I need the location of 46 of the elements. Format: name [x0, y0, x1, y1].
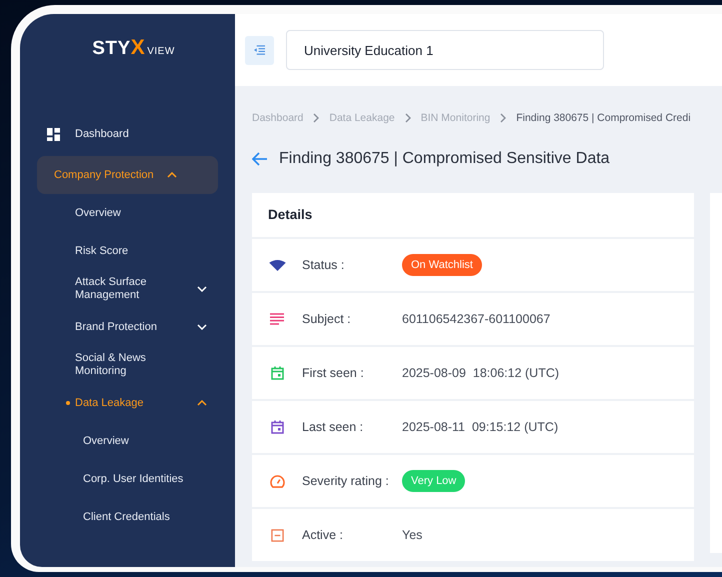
- field-label: Severity rating :: [302, 474, 390, 488]
- chevron-right-icon: [313, 113, 320, 123]
- lines-icon: [270, 313, 284, 325]
- chevron-icon: [197, 400, 207, 406]
- back-arrow-icon[interactable]: [252, 152, 268, 166]
- card-title: Details: [252, 193, 694, 239]
- logo: STYX VIEW: [91, 36, 176, 60]
- sidebar-item[interactable]: Risk Score: [20, 232, 235, 270]
- calendar-icon: [270, 366, 284, 380]
- sidebar-item[interactable]: Company Protection: [37, 156, 218, 194]
- sidebar-item[interactable]: Data Leakage: [20, 384, 235, 422]
- chevron-right-icon: [500, 113, 506, 123]
- chevron-right-icon: [404, 113, 411, 123]
- sidebar-item[interactable]: Attack Surface Management: [20, 270, 235, 308]
- gauge-icon: [270, 474, 284, 488]
- status-badge: Very Low: [402, 470, 466, 492]
- field-label: Subject :: [302, 312, 352, 326]
- wifi-icon: [268, 260, 286, 270]
- page-title: Finding 380675 | Compromised Sensitive Data: [279, 150, 610, 168]
- breadcrumb-link[interactable]: Finding 380675 | Compromised Credi: [516, 112, 691, 124]
- field-value: 2025-08-09 18:06:12 (UTC): [402, 366, 560, 380]
- menu-toggle-button[interactable]: [245, 36, 274, 64]
- sidebar-item[interactable]: Dashboard: [37, 115, 218, 153]
- chevron-icon: [166, 172, 177, 178]
- minus-box-icon: [270, 528, 284, 542]
- dashboard-icon: [47, 128, 60, 140]
- field-label: First seen :: [302, 366, 365, 380]
- field-label: Last seen :: [302, 420, 364, 434]
- chevron-icon: [197, 286, 207, 292]
- calendar-icon: [270, 420, 284, 434]
- sidebar-item[interactable]: Client Credentials: [20, 498, 235, 536]
- sidebar-item[interactable]: Brand Protection: [20, 308, 235, 346]
- field-value: 601106542367-601100067: [402, 312, 550, 326]
- menu-icon: [253, 44, 266, 56]
- status-badge: On Watchlist: [402, 254, 482, 276]
- field-value: 2025-08-11 09:15:12 (UTC): [402, 420, 558, 434]
- chevron-icon: [197, 324, 207, 330]
- active-dot-icon: [66, 401, 70, 405]
- sidebar-item[interactable]: Overview: [20, 422, 235, 460]
- sidebar-item[interactable]: Social & News Monitoring: [20, 346, 235, 384]
- sidebar-item[interactable]: Corp. User Identities: [20, 460, 235, 498]
- sidebar-item[interactable]: Overview: [20, 194, 235, 232]
- field-value: Yes: [402, 528, 422, 542]
- field-label: Active :: [302, 528, 344, 542]
- field-label: Status :: [302, 258, 346, 272]
- organization-field[interactable]: University Education 1: [286, 30, 604, 70]
